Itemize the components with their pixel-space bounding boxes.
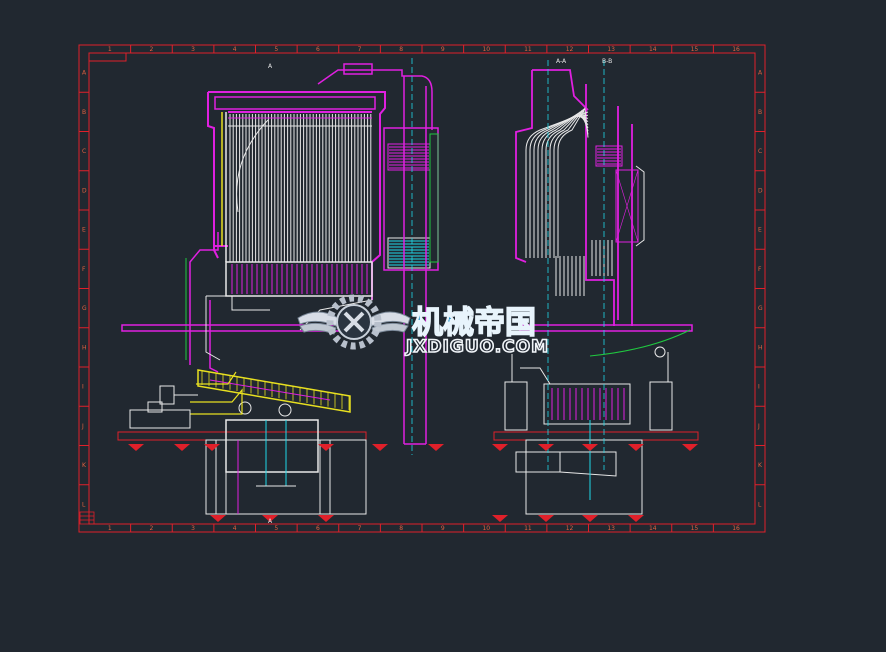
row-label: A — [758, 70, 763, 77]
column-label: 10 — [482, 46, 490, 53]
watermark-en-text: JXDIGUO.COM — [405, 337, 549, 357]
row-label: I — [82, 384, 84, 391]
side-lower-structure — [504, 346, 673, 431]
column-label: 2 — [149, 46, 153, 53]
row-label: L — [82, 501, 86, 508]
column-labels-top: 1 2 3 4 5 6 7 8 9 10 11 12 13 14 15 16 — [108, 46, 740, 53]
column-label: 11 — [524, 525, 532, 532]
column-label: 15 — [691, 46, 699, 53]
side-view — [492, 60, 699, 522]
row-label: E — [758, 227, 762, 234]
column-label: 6 — [316, 525, 320, 532]
column-label: 5 — [274, 525, 278, 532]
column-label: 11 — [524, 46, 532, 53]
column-label: 14 — [649, 525, 657, 532]
fan-assembly — [129, 385, 198, 429]
side-flue — [635, 165, 645, 247]
column-label: 4 — [233, 46, 237, 53]
view-label-bb: B-B — [602, 58, 612, 65]
column-label: 12 — [566, 525, 574, 532]
side-casing — [515, 69, 633, 326]
row-label: K — [82, 462, 87, 469]
row-label: J — [81, 423, 84, 430]
column-label: 1 — [108, 525, 112, 532]
foundation-marker — [318, 515, 334, 522]
column-label: 9 — [441, 525, 445, 532]
title-block — [79, 511, 95, 525]
chain-grate — [197, 369, 351, 417]
tube-bundle-main — [228, 114, 372, 262]
row-label: E — [82, 227, 86, 234]
column-label: 12 — [566, 46, 574, 53]
side-foundation — [493, 420, 699, 515]
foundation-marker — [372, 444, 388, 451]
foundation — [117, 419, 367, 515]
row-label: B — [758, 109, 762, 116]
foundation-marker — [628, 515, 644, 522]
column-label: 15 — [691, 525, 699, 532]
column-label: 9 — [441, 46, 445, 53]
column-label: 6 — [316, 46, 320, 53]
column-label: 14 — [649, 46, 657, 53]
column-label: 7 — [358, 46, 362, 53]
foundation-marker — [538, 515, 554, 522]
row-label: L — [758, 501, 762, 508]
row-label: F — [82, 266, 86, 273]
sheet-frame — [78, 44, 766, 533]
column-label: 7 — [358, 525, 362, 532]
column-labels-bottom: 1 2 3 4 5 6 7 8 9 10 11 12 13 14 15 16 — [108, 525, 740, 532]
cad-drawing-canvas: 1 2 3 4 5 6 7 8 9 10 11 12 13 14 15 16 1 2 3 4 5 6 7 8 9 10 11 12 1… — [0, 0, 886, 648]
column-label: 3 — [191, 525, 195, 532]
foundation-marker — [582, 515, 598, 522]
column-label: 16 — [732, 46, 740, 53]
watermark: 机械帝国 JXDIGUO.COM — [297, 294, 549, 358]
row-label: D — [758, 187, 763, 194]
boiler-drawing: 1 2 3 4 5 6 7 8 9 10 11 12 13 14 15 16 1 2 3 4 5 6 7 8 9 10 11 12 1… — [78, 44, 766, 533]
column-label: 2 — [149, 525, 153, 532]
view-label-aa: A-A — [556, 58, 567, 65]
foundation-marker — [538, 444, 554, 451]
row-label: B — [82, 109, 86, 116]
grid-ticks — [79, 45, 765, 532]
column-label: 8 — [399, 46, 403, 53]
column-label: 8 — [399, 525, 403, 532]
row-label: I — [758, 384, 760, 391]
foundation-marker — [128, 444, 144, 451]
front-view — [117, 58, 444, 522]
column-label: 3 — [191, 46, 195, 53]
foundation-marker — [682, 444, 698, 451]
column-label: 5 — [274, 46, 278, 53]
foundation-marker — [582, 444, 598, 451]
row-label: F — [758, 266, 762, 273]
column-label: 13 — [607, 525, 615, 532]
row-label: H — [82, 344, 87, 351]
side-curved-tubes — [525, 106, 589, 258]
row-label: A — [82, 70, 87, 77]
gear-wings-logo-icon — [297, 294, 411, 350]
row-label: H — [758, 344, 763, 351]
view-label-main-top: A — [268, 63, 273, 70]
row-label: G — [82, 305, 87, 312]
lower-header — [225, 261, 373, 297]
row-label: J — [757, 423, 760, 430]
column-label: 1 — [108, 46, 112, 53]
column-label: 16 — [732, 525, 740, 532]
row-label: C — [82, 148, 86, 155]
column-label: 4 — [233, 525, 237, 532]
foundation-marker — [428, 444, 444, 451]
row-label: D — [82, 187, 87, 194]
foundation-marker — [174, 444, 190, 451]
column-label: 10 — [482, 525, 490, 532]
row-label: C — [758, 148, 762, 155]
foundation-marker — [492, 444, 508, 451]
row-label: K — [758, 462, 763, 469]
row-label: G — [758, 305, 763, 312]
column-label: 13 — [607, 46, 615, 53]
drum-top — [214, 96, 376, 110]
foundation-marker — [492, 515, 508, 522]
foundation-marker — [210, 515, 226, 522]
side-foundation-markers — [492, 444, 698, 522]
watermark-cn-text: 机械帝国 — [412, 305, 536, 341]
economizer-column — [383, 127, 439, 271]
